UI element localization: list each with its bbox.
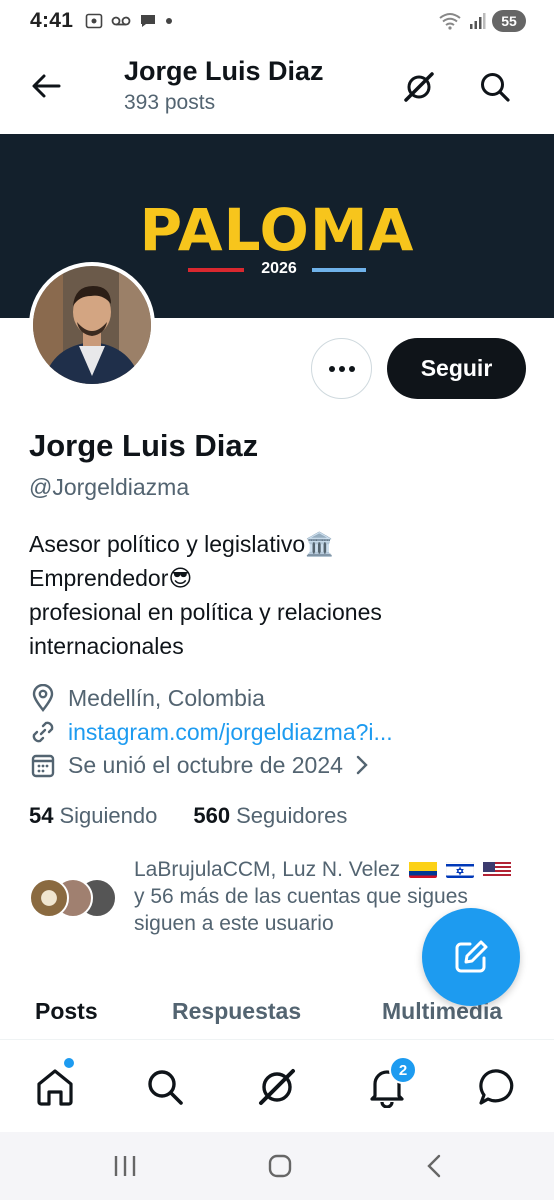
avatar-photo — [33, 266, 151, 384]
voicemail-icon — [111, 16, 131, 26]
bottom-navigation — [0, 1040, 554, 1132]
search-icon — [148, 1070, 183, 1105]
website-link[interactable]: instagram.com/jorgeldiazma?i... — [68, 719, 393, 746]
location-row: Medellín, Colombia — [29, 684, 265, 712]
bio-line: Asesor político y legislativo🏛️ — [29, 531, 334, 557]
back-system-button[interactable] — [414, 1150, 454, 1182]
grok-icon — [259, 1069, 295, 1105]
banner-red-line — [188, 268, 244, 272]
following-count: 54 — [29, 803, 54, 828]
status-bar: 4:41 55 — [0, 0, 554, 42]
signal-icon — [470, 13, 486, 29]
status-notification-icons — [85, 12, 173, 30]
follow-button[interactable]: Seguir — [387, 338, 526, 399]
back-button[interactable] — [26, 66, 66, 106]
joined-row[interactable]: Se unió el octubre de 2024 — [29, 751, 371, 779]
calendar-icon — [29, 751, 57, 779]
nav-grok[interactable] — [254, 1064, 300, 1110]
link-icon — [29, 718, 57, 746]
profile-header: Jorge Luis Diaz 393 posts — [0, 42, 554, 134]
recent-apps-icon — [114, 1156, 136, 1176]
colombia-flag-icon — [408, 860, 437, 878]
status-time: 4:41 — [30, 9, 74, 32]
followed-by-line2: y 56 más de las cuentas que sigues — [134, 885, 468, 908]
nav-messages[interactable] — [475, 1064, 521, 1110]
tab-replies[interactable]: Respuestas — [172, 998, 301, 1025]
nav-explore[interactable] — [142, 1064, 188, 1110]
usa-flag-icon — [482, 860, 511, 878]
followers-stat[interactable]: 560 Seguidores — [193, 803, 347, 829]
followed-by-line3: siguen a este usuario — [134, 912, 334, 935]
compose-post-button[interactable] — [422, 908, 520, 1006]
header-post-count: 393 posts — [124, 91, 216, 114]
status-system-icons: 55 — [438, 10, 526, 32]
grok-button[interactable] — [398, 66, 440, 108]
tab-posts[interactable]: Posts — [35, 998, 98, 1025]
home-icon — [37, 1069, 73, 1106]
home-unread-dot — [62, 1056, 76, 1070]
banner-blue-line — [312, 268, 366, 272]
joined-text: Se unió el octubre de 2024 — [68, 751, 343, 778]
banner-title: PALOMA — [139, 196, 415, 264]
header-titles: Jorge Luis Diaz 393 posts — [124, 56, 324, 115]
arrow-left-icon — [32, 74, 61, 98]
chevron-right-icon — [356, 755, 368, 775]
bio-line: Emprendedor😎 — [29, 565, 193, 591]
bio-line: internacionales — [29, 633, 184, 659]
israel-flag-icon — [445, 860, 474, 878]
nav-home[interactable] — [32, 1064, 78, 1110]
avatar[interactable] — [29, 262, 155, 388]
more-horizontal-icon — [328, 365, 355, 372]
location-pin-icon — [29, 684, 57, 712]
location-text: Medellín, Colombia — [68, 684, 265, 711]
profile-name: Jorge Luis Diaz — [29, 428, 259, 463]
search-icon — [481, 73, 510, 102]
follower-avatar — [29, 878, 69, 918]
home-system-button[interactable] — [260, 1150, 300, 1182]
following-label: Siguiendo — [59, 803, 158, 828]
chevron-left-icon — [427, 1154, 441, 1178]
banner-year: 2026 — [261, 260, 297, 277]
profile-bio: Asesor político y legislativo🏛️ Emprende… — [29, 527, 529, 663]
followed-by-avatars — [29, 878, 119, 918]
battery-icon: 55 — [492, 10, 526, 32]
compose-icon — [455, 940, 488, 973]
notifications-badge: 2 — [389, 1056, 417, 1084]
profile-handle: @Jorgeldiazma — [29, 474, 190, 500]
followed-by-line1: LaBrujulaCCM, Luz N. Velez — [134, 858, 401, 881]
bio-line: profesional en política y relaciones — [29, 599, 382, 625]
more-options-button[interactable] — [311, 338, 372, 399]
chat-bubble-icon — [141, 15, 156, 27]
search-button[interactable] — [474, 66, 516, 108]
following-stat[interactable]: 54 Siguiendo — [29, 803, 157, 829]
grok-icon — [404, 72, 434, 102]
wifi-icon — [439, 13, 461, 30]
dot-icon — [166, 18, 173, 24]
system-navigation-bar — [0, 1132, 554, 1200]
screenshot-icon — [85, 13, 103, 29]
followers-label: Seguidores — [236, 803, 348, 828]
recent-apps-button[interactable] — [105, 1150, 145, 1182]
home-circle-icon — [268, 1154, 292, 1178]
followers-count: 560 — [193, 803, 231, 828]
follow-stats: 54 Siguiendo 560 Seguidores — [29, 803, 383, 829]
header-name: Jorge Luis Diaz — [124, 56, 324, 86]
website-row: instagram.com/jorgeldiazma?i... — [29, 718, 393, 746]
message-bubble-icon — [479, 1069, 514, 1105]
